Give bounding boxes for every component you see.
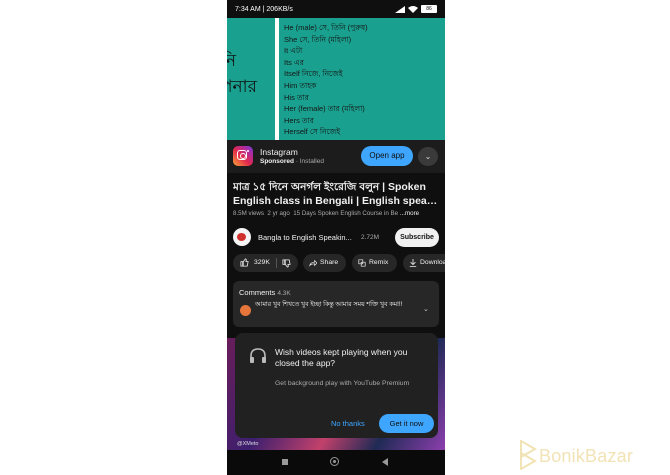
share-button[interactable]: Share: [303, 254, 346, 272]
remix-icon: [358, 259, 366, 267]
status-time: 7:34 AM | 206KB/s: [235, 5, 293, 13]
android-nav-bar: [227, 450, 445, 475]
comments-panel[interactable]: Comments 4.3K আমার খুব শিখতে খুব ইচ্ছা ক…: [233, 281, 439, 327]
like-dislike-pill[interactable]: 329K: [233, 254, 298, 272]
wifi-icon: [408, 5, 418, 13]
video-title[interactable]: মাত্র ১৫ দিনে অনর্গল ইংরেজি বলুন | Spoke…: [233, 181, 441, 208]
video-meta[interactable]: 8.5M views 2 yr ago 15 Days Spoken Engli…: [233, 210, 441, 217]
ad-expand-chevron-icon[interactable]: ⌄: [418, 147, 438, 166]
thumbs-up-icon[interactable]: [240, 258, 249, 267]
video-player[interactable]: নি পনার He (male) সে, তিনি (পুরুষ) She স…: [227, 18, 445, 140]
dialog-title: Wish videos kept playing when you closed…: [275, 347, 408, 368]
comments-header: Comments 4.3K: [239, 288, 291, 297]
download-button[interactable]: Download: [403, 254, 445, 272]
thumbnail-caption: @XMeto: [237, 441, 259, 447]
like-count: 329K: [254, 259, 270, 266]
share-icon: [309, 259, 317, 267]
download-icon: [409, 259, 417, 267]
status-bar: 7:34 AM | 206KB/s 86: [227, 0, 445, 18]
video-divider: [275, 18, 279, 140]
video-word-list: He (male) সে, তিনি (পুরুষ) She সে, তিনি …: [284, 23, 368, 137]
back-icon[interactable]: [382, 458, 388, 466]
no-thanks-button[interactable]: No thanks: [331, 419, 365, 428]
get-it-now-button[interactable]: Get it now: [379, 414, 434, 433]
ad-subtitle: Sponsored · Installed: [260, 158, 324, 165]
thumbs-down-icon[interactable]: [282, 259, 291, 268]
battery-icon: 86: [421, 5, 437, 13]
action-bar: 329K Share Remix Download: [233, 254, 445, 272]
more-link[interactable]: ...more: [400, 210, 419, 217]
top-comment-text: আমার খুব শিখতে খুব ইচ্ছা কিন্তু আমার সময…: [255, 301, 403, 308]
channel-row[interactable]: Bangla to English Speakin... 2.72M Subsc…: [227, 227, 445, 247]
signal-icon: [395, 5, 405, 13]
comments-chevron-icon[interactable]: ⌄: [423, 305, 429, 313]
phone-screen: 7:34 AM | 206KB/s 86 নি পনার He (male) স…: [227, 0, 445, 475]
subscribe-button[interactable]: Subscribe: [395, 228, 439, 247]
watermark-text: BonikBazar: [539, 446, 634, 466]
channel-subscribers: 2.72M: [361, 234, 380, 241]
home-icon[interactable]: [330, 457, 339, 466]
instagram-logo-icon: [233, 146, 253, 166]
sponsored-ad[interactable]: Instagram Sponsored · Installed Open app…: [227, 140, 445, 173]
channel-avatar[interactable]: [233, 228, 251, 246]
video-bengali-text: নি পনার: [227, 51, 257, 97]
channel-name[interactable]: Bangla to English Speakin...: [258, 233, 352, 242]
watermark-logo-icon: [520, 440, 537, 470]
status-icons: 86: [395, 5, 437, 13]
commenter-avatar: [240, 305, 251, 316]
recents-icon[interactable]: [282, 459, 288, 465]
open-app-button[interactable]: Open app: [361, 146, 413, 166]
headphones-icon: [250, 348, 266, 363]
remix-button[interactable]: Remix: [352, 254, 397, 272]
dialog-subtitle: Get background play with YouTube Premium: [275, 380, 410, 387]
ad-app-name: Instagram: [260, 147, 298, 157]
premium-dialog: Wish videos kept playing when you closed…: [235, 333, 438, 438]
